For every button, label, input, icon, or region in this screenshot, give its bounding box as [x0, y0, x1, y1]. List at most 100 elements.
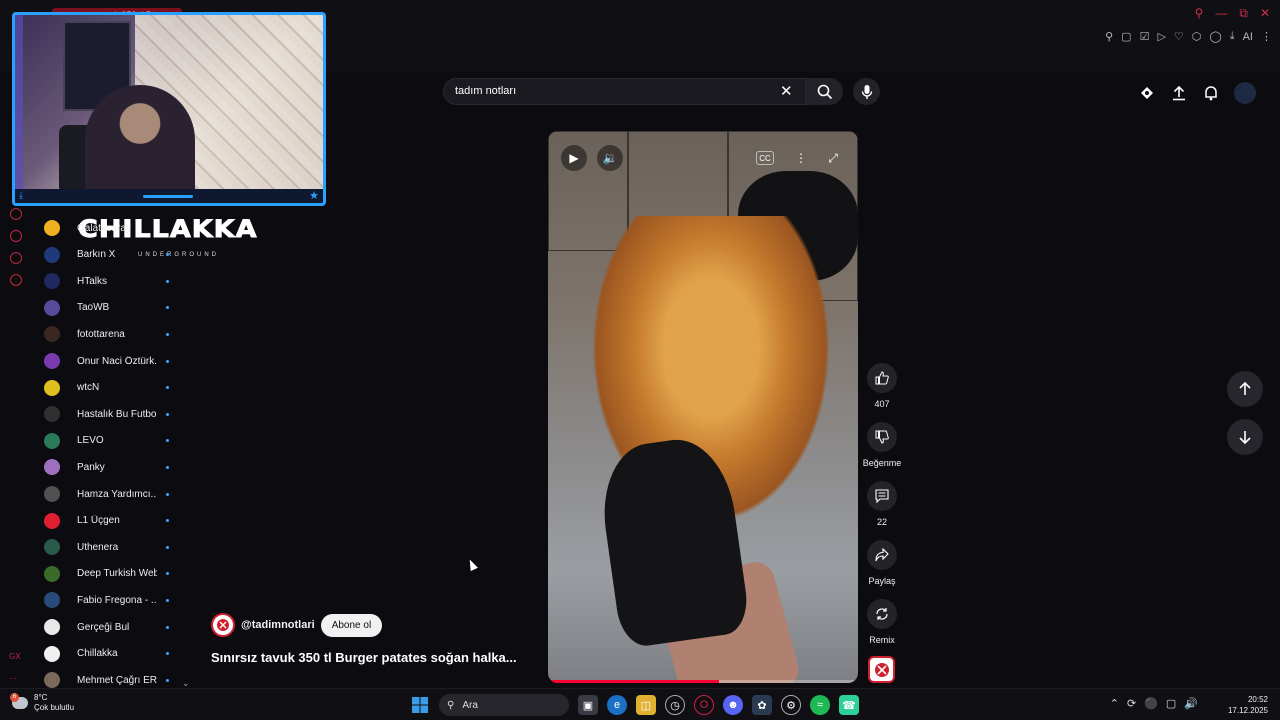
- extensions-icon[interactable]: [10, 252, 22, 264]
- clock[interactable]: 20:52 17.12.2025: [1228, 694, 1268, 716]
- weather-widget[interactable]: 6 8°C Çok bulutlu: [10, 693, 74, 713]
- sidebar-subscription-item[interactable]: fotottarena: [44, 323, 194, 345]
- voice-search-button[interactable]: [853, 78, 880, 105]
- channel-avatar: [44, 486, 60, 502]
- new-content-dot: [166, 545, 169, 549]
- more-icon[interactable]: ⋮: [788, 145, 814, 171]
- play-icon[interactable]: ▷: [1157, 30, 1165, 43]
- avatar[interactable]: [1234, 82, 1256, 104]
- new-content-dot: [166, 359, 169, 363]
- dislike-button[interactable]: [867, 422, 897, 452]
- settings-icon[interactable]: [10, 274, 22, 286]
- create-icon[interactable]: [1138, 84, 1156, 102]
- history-icon[interactable]: [10, 230, 22, 242]
- sidebar-subscription-item[interactable]: HTalks: [44, 270, 194, 292]
- sidebar-subscription-item[interactable]: Panky: [44, 456, 194, 478]
- volume-icon[interactable]: 🔉: [597, 145, 623, 171]
- sidebar-subscription-item[interactable]: Hastalık Bu Futbol: [44, 403, 194, 425]
- whatsapp-icon[interactable]: ☎: [839, 695, 859, 715]
- sidebar-subscription-item[interactable]: TaoWB: [44, 297, 194, 319]
- bell-icon[interactable]: [1202, 84, 1220, 102]
- wallet-icon[interactable]: ◯: [1209, 30, 1221, 43]
- subscription-name: Gerçeği Bul: [77, 621, 130, 633]
- menu-icon[interactable]: ⋮: [1261, 30, 1272, 43]
- sidebar-subscription-item[interactable]: Hamza Yardımcı...: [44, 483, 194, 505]
- clock-time: 20:52: [1247, 695, 1268, 704]
- ai-icon[interactable]: AI: [1243, 31, 1253, 43]
- previous-short-button[interactable]: [1227, 371, 1263, 407]
- dislike-action: Beğenme: [862, 422, 902, 468]
- sidebar-subscription-item[interactable]: Chillakka: [44, 643, 194, 665]
- sidebar-subscription-item[interactable]: LEVO: [44, 430, 194, 452]
- taskbar-search-label: Ara: [462, 699, 478, 711]
- shorts-video-player[interactable]: ▶ 🔉 CC ⋮ ⤢: [548, 131, 858, 683]
- edge-icon[interactable]: e: [607, 695, 627, 715]
- taskbar-search[interactable]: ⚲ Ara: [439, 694, 569, 716]
- heart-icon[interactable]: ♡: [1174, 30, 1184, 43]
- sidebar-subscription-item[interactable]: Fabio Fregona - ...: [44, 589, 194, 611]
- channel-info: @tadimnotlari Abone ol: [211, 613, 383, 637]
- remix-button[interactable]: [867, 599, 897, 629]
- settings-icon[interactable]: ⚙: [781, 695, 801, 715]
- close-icon[interactable]: ✕: [1260, 6, 1270, 21]
- sidebar-subscription-item[interactable]: Uthenera: [44, 536, 194, 558]
- restore-icon[interactable]: ⧉: [1239, 6, 1248, 21]
- sidebar-subscription-item[interactable]: L1 Üçgen: [44, 510, 194, 532]
- task-view-icon[interactable]: ▣: [578, 695, 598, 715]
- channel-sound-avatar[interactable]: [868, 656, 895, 683]
- windows-start-icon[interactable]: [410, 695, 430, 715]
- clear-icon[interactable]: ✕: [780, 82, 793, 100]
- like-button[interactable]: [867, 363, 897, 393]
- search-button[interactable]: [806, 78, 843, 105]
- box-icon[interactable]: ⬡: [1192, 30, 1202, 43]
- weather-temp: 8°C: [34, 693, 48, 702]
- subscription-name: Mehmet Çağrı ERD...: [77, 674, 157, 686]
- shield-icon[interactable]: ☑: [1140, 30, 1150, 43]
- comment-icon: [875, 489, 889, 503]
- subscribe-button[interactable]: Abone ol: [320, 613, 383, 637]
- pin-icon[interactable]: ⚲: [1105, 30, 1113, 43]
- captions-icon[interactable]: CC: [756, 151, 774, 165]
- sidebar-subscription-item[interactable]: Galatasaray: [44, 217, 194, 239]
- steam-icon[interactable]: ✿: [752, 695, 772, 715]
- play-icon[interactable]: ▶: [561, 145, 587, 171]
- fullscreen-icon[interactable]: ⤢: [820, 145, 846, 171]
- webcam-overlay: ⤓ ★: [12, 12, 326, 206]
- search-input[interactable]: [455, 85, 755, 97]
- opera-gx-icon[interactable]: O: [694, 695, 714, 715]
- discord-icon[interactable]: ☻: [723, 695, 743, 715]
- mic-icon[interactable]: ⚫: [1144, 697, 1158, 710]
- comments-button[interactable]: [867, 481, 897, 511]
- video-title[interactable]: Sınırsız tavuk 350 tl Burger patates soğ…: [211, 650, 517, 665]
- screenshot-icon[interactable]: ▢: [1121, 30, 1131, 43]
- channel-handle[interactable]: @tadimnotlari: [241, 619, 315, 631]
- search-icon[interactable]: ⚲: [1195, 6, 1204, 21]
- gx-label: GX: [9, 652, 21, 661]
- sidebar-subscription-item[interactable]: Barkın X: [44, 244, 194, 266]
- more-icon[interactable]: ⋯: [9, 674, 17, 683]
- channel-avatar[interactable]: [211, 613, 235, 637]
- sync-icon[interactable]: ⟳: [1127, 697, 1136, 710]
- download-icon[interactable]: ⤓: [1230, 30, 1235, 43]
- sidebar-subscription-item[interactable]: Gerçeği Bul: [44, 616, 194, 638]
- spotify-icon[interactable]: ≈: [810, 695, 830, 715]
- speedometer-icon[interactable]: ◷: [665, 695, 685, 715]
- share-button[interactable]: [867, 540, 897, 570]
- sidebar-subscription-item[interactable]: Deep Turkish Web: [44, 563, 194, 585]
- chevron-up-icon[interactable]: ⌃: [1110, 697, 1119, 710]
- channel-avatar: [44, 299, 60, 316]
- next-short-button[interactable]: [1227, 419, 1263, 455]
- channel-avatar: [44, 379, 60, 396]
- player-icon[interactable]: [10, 208, 22, 220]
- upload-icon[interactable]: [1170, 84, 1188, 102]
- sidebar-subscription-item[interactable]: Onur Naci Öztürk...: [44, 350, 194, 372]
- share-label: Paylaş: [868, 576, 896, 586]
- display-icon[interactable]: ▢: [1166, 697, 1176, 710]
- sidebar-subscription-item[interactable]: wtcN: [44, 377, 194, 399]
- video-progress-bar[interactable]: [548, 680, 858, 683]
- speaker-icon[interactable]: 🔊: [1184, 697, 1198, 710]
- extensions-bar: ⚲ ▢ ☑ ▷ ♡ ⬡ ◯ ⤓ AI ⋮: [1105, 30, 1272, 43]
- minimize-icon[interactable]: —: [1215, 6, 1227, 21]
- file-explorer-icon[interactable]: ◫: [636, 695, 656, 715]
- thumbs-down-icon: [875, 430, 889, 444]
